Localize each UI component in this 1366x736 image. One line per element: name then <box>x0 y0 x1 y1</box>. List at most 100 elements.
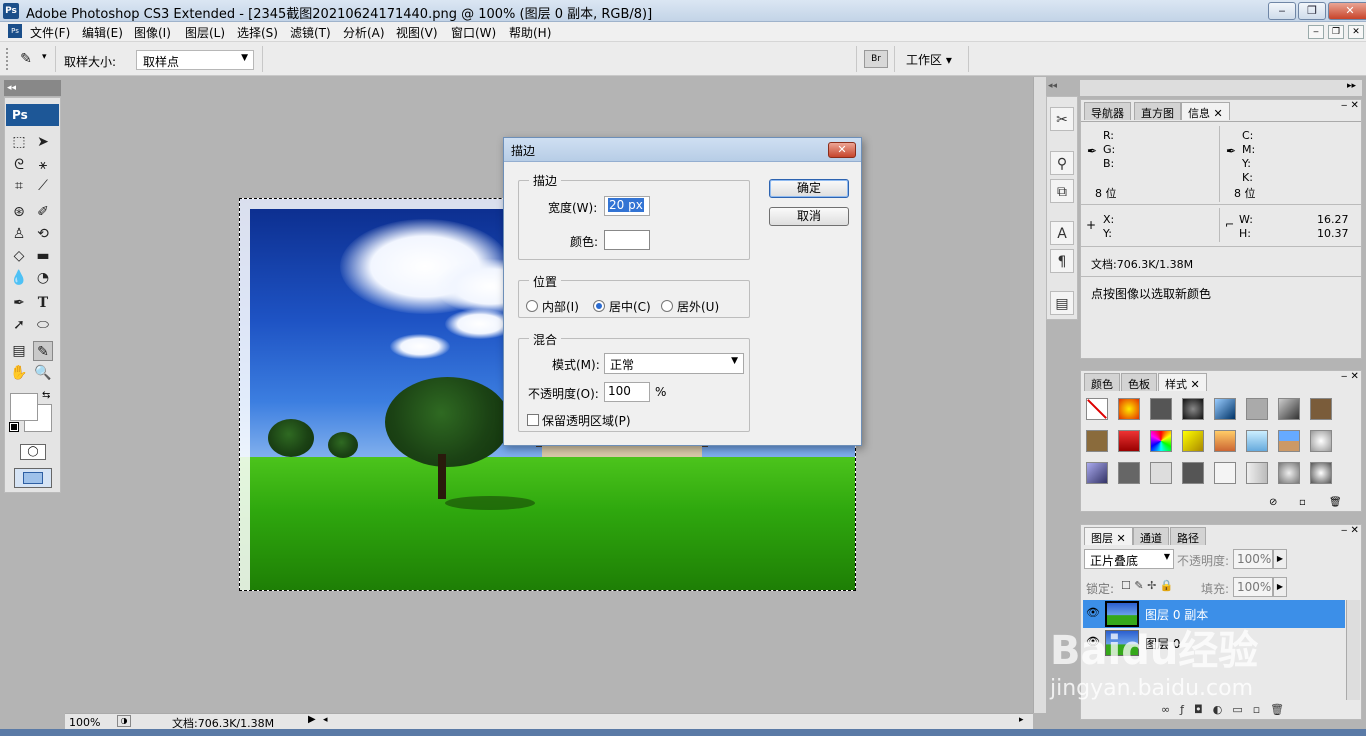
zoom-level[interactable]: 100% <box>69 716 100 729</box>
swap-colors-icon[interactable]: ⇆ <box>42 390 50 401</box>
preserve-transparency-checkbox[interactable] <box>527 414 539 426</box>
dialog-title-bar[interactable]: 描边 ✕ <box>504 138 861 162</box>
restore-icon[interactable]: ❐ <box>1298 2 1326 20</box>
eyedropper-icon[interactable]: ✎ <box>16 49 36 69</box>
eraser-icon[interactable]: ◇ <box>9 246 29 266</box>
blend-mode-select[interactable]: 正片叠底 ▼ <box>1084 549 1174 569</box>
opacity-input[interactable]: 100% <box>1233 549 1273 569</box>
menu-image[interactable]: 图像(I) <box>134 24 171 41</box>
clone-source-icon[interactable]: ⧉ <box>1050 179 1074 203</box>
position-outside-label[interactable]: 居外(U) <box>677 298 719 315</box>
document-icon[interactable]: Ps <box>8 24 22 38</box>
trash-icon[interactable]: 🗑 <box>1329 497 1342 508</box>
notes-icon[interactable]: ▤ <box>9 341 29 361</box>
slice-icon[interactable]: ⟋ <box>33 176 53 196</box>
style-swatch[interactable] <box>1086 462 1108 484</box>
layers-scrollbar[interactable] <box>1346 600 1360 700</box>
cancel-button[interactable]: 取消 <box>769 207 849 226</box>
style-swatch[interactable] <box>1278 462 1300 484</box>
tab-swatches[interactable]: 色板 <box>1121 373 1157 391</box>
position-center-radio[interactable] <box>593 300 605 312</box>
close-icon[interactable]: ✕ <box>1328 2 1366 20</box>
default-colors-icon[interactable] <box>9 422 19 432</box>
screen-mode-icon[interactable] <box>14 468 52 488</box>
tab-histogram[interactable]: 直方图 <box>1134 102 1181 120</box>
tab-color[interactable]: 颜色 <box>1084 373 1120 391</box>
tab-paths[interactable]: 路径 <box>1170 527 1206 545</box>
shape-icon[interactable]: ⬭ <box>33 315 53 335</box>
status-menu-icon[interactable]: ◑ <box>117 715 131 727</box>
tool-preset-arrow-icon[interactable]: ▾ <box>42 52 47 62</box>
move-icon[interactable]: ➤ <box>33 132 53 152</box>
healing-icon[interactable]: ⊛ <box>9 202 29 222</box>
layers-footer-icons[interactable]: ∞ƒ◘◐▭▫🗑 <box>1161 703 1294 716</box>
position-inside-radio[interactable] <box>526 300 538 312</box>
position-outside-radio[interactable] <box>661 300 673 312</box>
menu-file[interactable]: 文件(F) <box>30 24 70 41</box>
width-input[interactable]: 20 px <box>604 196 650 216</box>
style-swatch[interactable] <box>1150 430 1172 452</box>
style-none-swatch[interactable] <box>1086 398 1108 420</box>
minimize-icon[interactable]: ‒ <box>1268 2 1296 20</box>
doc-minimize-icon[interactable]: ‒ <box>1308 25 1324 39</box>
eyedropper-tool-icon[interactable]: ✎ <box>33 341 53 361</box>
style-swatch[interactable] <box>1182 398 1204 420</box>
scroll-right-icon[interactable]: ▸ <box>1019 715 1024 725</box>
menu-filter[interactable]: 滤镜(T) <box>290 24 331 41</box>
style-swatch[interactable] <box>1214 398 1236 420</box>
panel-menu-icon[interactable]: ‒ ✕ <box>1341 525 1359 536</box>
menu-view[interactable]: 视图(V) <box>396 24 438 41</box>
bridge-icon[interactable]: Br <box>864 50 888 68</box>
style-swatch[interactable] <box>1150 462 1172 484</box>
position-center-label[interactable]: 居中(C) <box>609 298 651 315</box>
brush-icon[interactable]: ✐ <box>33 202 53 222</box>
menu-layer[interactable]: 图层(L) <box>185 24 225 41</box>
opacity-input[interactable]: 100 <box>604 382 650 402</box>
pen-icon[interactable]: ✒ <box>9 293 29 313</box>
tab-navigator[interactable]: 导航器 <box>1084 102 1131 120</box>
style-swatch[interactable] <box>1086 430 1108 452</box>
zoom-icon[interactable]: 🔍 <box>33 363 53 383</box>
opacity-arrow-icon[interactable]: ▶ <box>1273 549 1287 569</box>
stamp-icon[interactable]: ♙ <box>9 224 29 244</box>
mode-select[interactable]: 正常 ▼ <box>604 353 744 374</box>
panel-menu-icon[interactable]: ‒ ✕ <box>1341 371 1359 382</box>
sample-size-select[interactable]: 取样点 ▼ <box>136 50 254 70</box>
quick-mask-icon[interactable]: ◯ <box>20 444 46 460</box>
tool-presets-icon[interactable]: ✂ <box>1050 107 1074 131</box>
style-swatch[interactable] <box>1118 430 1140 452</box>
type-icon[interactable]: T <box>33 293 53 313</box>
scroll-left-icon[interactable]: ◂ <box>323 715 328 725</box>
hand-icon[interactable]: ✋ <box>9 363 29 383</box>
blur-icon[interactable]: 💧 <box>9 268 29 288</box>
crop-icon[interactable]: ⌗ <box>9 176 29 196</box>
vertical-scrollbar[interactable] <box>1033 77 1046 713</box>
foreground-color-swatch[interactable] <box>10 393 38 421</box>
brushes-icon[interactable]: ⚲ <box>1050 151 1074 175</box>
style-swatch[interactable] <box>1182 430 1204 452</box>
dock-expand-icon[interactable]: ▸▸ <box>1347 81 1356 91</box>
toolbox-collapse-icon[interactable]: ◂◂ <box>4 80 61 96</box>
tab-info[interactable]: 信息 ✕ <box>1181 102 1230 120</box>
preserve-transparency-label[interactable]: 保留透明区域(P) <box>542 412 631 429</box>
tab-layers[interactable]: 图层 ✕ <box>1084 527 1133 545</box>
strip-collapse-icon[interactable]: ◂◂ <box>1048 81 1057 91</box>
style-swatch[interactable] <box>1310 430 1332 452</box>
menu-analysis[interactable]: 分析(A) <box>343 24 385 41</box>
doc-close-icon[interactable]: ✕ <box>1348 25 1364 39</box>
menu-select[interactable]: 选择(S) <box>237 24 278 41</box>
fill-arrow-icon[interactable]: ▶ <box>1273 577 1287 597</box>
status-arrow-icon[interactable]: ▶ <box>308 714 316 725</box>
gradient-icon[interactable]: ▬ <box>33 246 53 266</box>
marquee-icon[interactable]: ⬚ <box>9 132 29 152</box>
doc-restore-icon[interactable]: ❐ <box>1328 25 1344 39</box>
magic-wand-icon[interactable]: ⚹ <box>33 155 53 175</box>
style-swatch[interactable] <box>1118 462 1140 484</box>
workspace-menu[interactable]: 工作区 ▾ <box>906 51 952 68</box>
menu-help[interactable]: 帮助(H) <box>509 24 551 41</box>
style-swatch[interactable] <box>1214 462 1236 484</box>
style-swatch[interactable] <box>1310 462 1332 484</box>
layer-comps-icon[interactable]: ▤ <box>1050 291 1074 315</box>
stroke-color-swatch[interactable] <box>604 230 650 250</box>
character-icon[interactable]: A <box>1050 221 1074 245</box>
